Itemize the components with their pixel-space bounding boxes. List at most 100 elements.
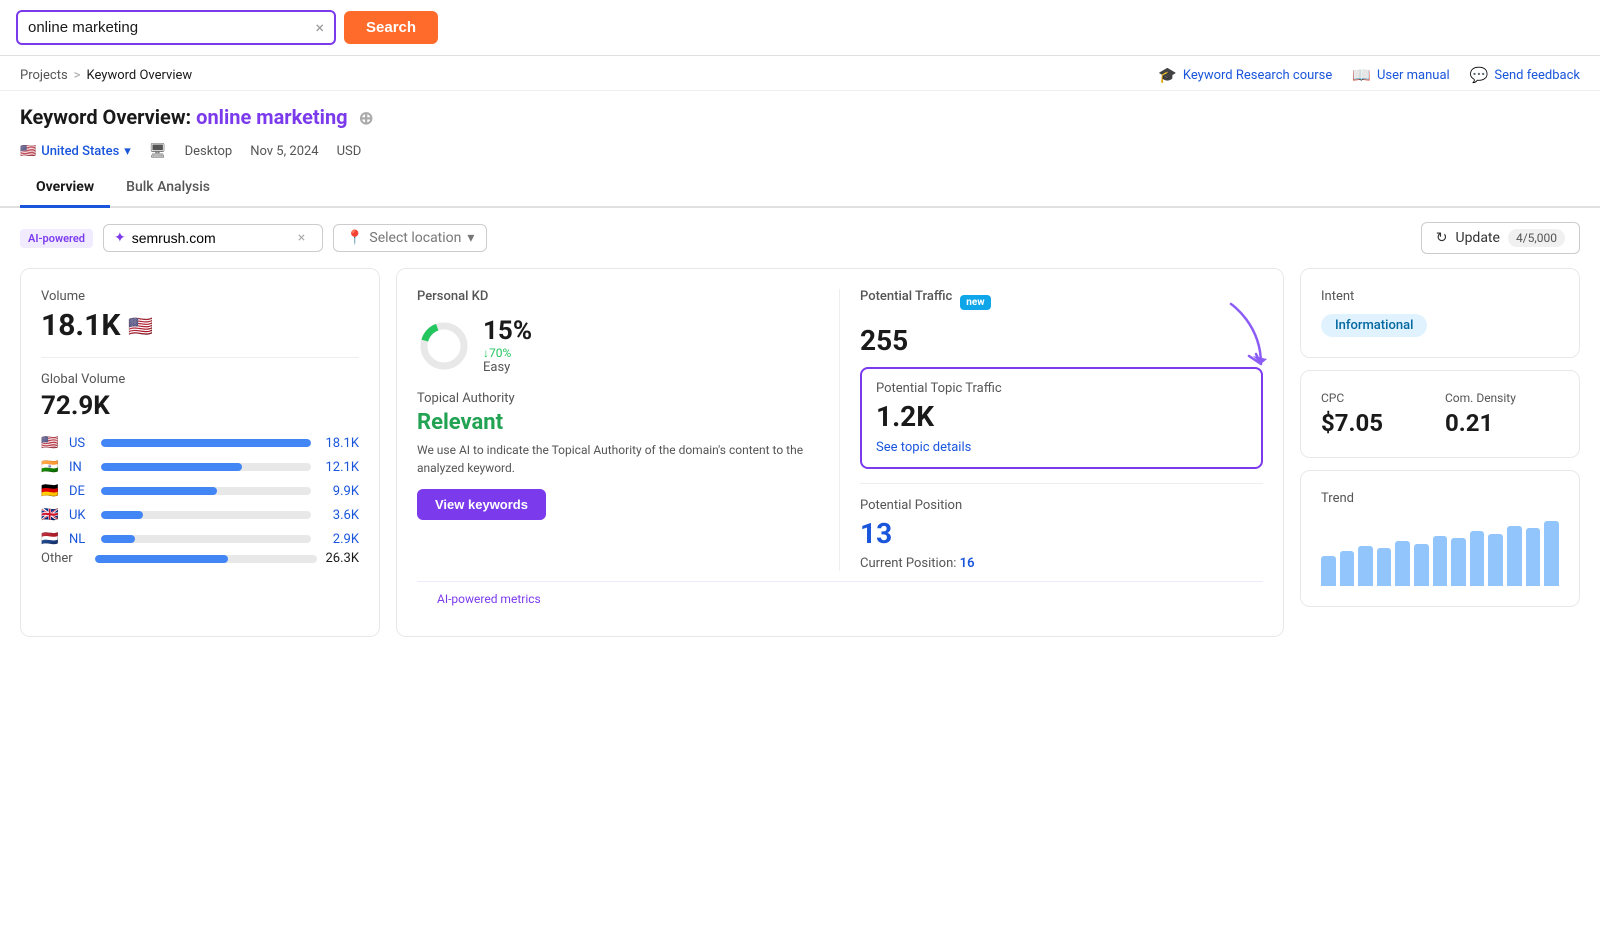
new-badge: new	[960, 295, 990, 310]
meta-row: 🇺🇸 United States ▾ 🖥 Desktop Nov 5, 2024…	[0, 137, 1600, 169]
location-selector[interactable]: 🇺🇸 United States ▾	[20, 144, 131, 159]
date-label: Nov 5, 2024	[250, 144, 318, 159]
position-section: Potential Position 13 Current Position: …	[860, 498, 1263, 571]
global-volume-label: Global Volume	[41, 372, 359, 387]
country-flag: 🇬🇧	[41, 507, 61, 523]
country-code[interactable]: IN	[69, 460, 93, 475]
domain-input[interactable]	[132, 230, 292, 246]
current-position: Current Position: 16	[860, 556, 1263, 571]
other-label: Other	[41, 551, 87, 566]
country-bar-fill	[101, 439, 311, 447]
other-row: Other 26.3K	[41, 551, 359, 566]
us-flag: 🇺🇸	[20, 144, 36, 159]
country-bar-bg	[101, 463, 311, 471]
trend-bar	[1507, 526, 1522, 586]
intent-label: Intent	[1321, 289, 1559, 304]
page-header: Keyword Overview: online marketing ⊕	[0, 91, 1600, 137]
pkd-change: ↓70%	[483, 346, 532, 360]
keyword-course-link[interactable]: 🎓 Keyword Research course	[1158, 66, 1332, 84]
position-value: 13	[860, 517, 1263, 550]
chat-icon: 💬	[1470, 66, 1489, 84]
chevron-down-icon: ▾	[124, 144, 131, 159]
location-name: United States	[41, 144, 119, 159]
other-bar-fill	[95, 555, 228, 563]
middle-card: Personal KD 15% ↓70% Easy Topical Author…	[396, 268, 1284, 637]
country-bar-bg	[101, 439, 311, 447]
search-bar: × Search	[0, 0, 1600, 56]
country-code[interactable]: UK	[69, 508, 93, 523]
other-bar-bg	[95, 555, 317, 563]
breadcrumb-projects[interactable]: Projects	[20, 68, 68, 83]
trend-bar	[1395, 541, 1410, 586]
feedback-label: Send feedback	[1494, 68, 1580, 83]
cpc-label: CPC	[1321, 391, 1435, 405]
cpc-density-row: CPC $7.05 Com. Density 0.21	[1321, 391, 1559, 437]
intent-badge: Informational	[1321, 314, 1427, 337]
book-icon: 📖	[1352, 66, 1371, 84]
trend-bar	[1321, 556, 1336, 586]
breadcrumb-current: Keyword Overview	[86, 68, 192, 83]
country-flag: 🇩🇪	[41, 483, 61, 499]
country-flag: 🇳🇱	[41, 531, 61, 547]
country-row: 🇬🇧 UK 3.6K	[41, 507, 359, 523]
country-flag: 🇺🇸	[41, 435, 61, 451]
see-topic-link[interactable]: See topic details	[876, 440, 971, 455]
density-block: Com. Density 0.21	[1445, 391, 1559, 437]
global-volume-value: 72.9K	[41, 391, 359, 421]
nav-row: Projects > Keyword Overview 🎓 Keyword Re…	[0, 56, 1600, 91]
pkd-percent: 15%	[483, 316, 532, 346]
send-feedback-link[interactable]: 💬 Send feedback	[1470, 66, 1580, 84]
plus-icon[interactable]: ⊕	[359, 108, 374, 129]
topic-traffic-box: Potential Topic Traffic 1.2K See topic d…	[860, 367, 1263, 469]
domain-clear-icon[interactable]: ×	[298, 230, 305, 246]
refresh-icon: ↻	[1436, 230, 1448, 246]
density-label: Com. Density	[1445, 391, 1559, 405]
trend-bar	[1488, 534, 1503, 586]
location-select[interactable]: 📍 Select location ▾	[333, 224, 487, 252]
user-manual-link[interactable]: 📖 User manual	[1352, 66, 1449, 84]
current-pos-value: 16	[960, 556, 975, 571]
middle-inner: Personal KD 15% ↓70% Easy Topical Author…	[417, 289, 1263, 571]
nav-links: 🎓 Keyword Research course 📖 User manual …	[1158, 66, 1580, 84]
pkd-title: Personal KD	[417, 289, 819, 304]
topical-section: Topical Authority Relevant We use AI to …	[417, 391, 819, 520]
country-bar-bg	[101, 511, 311, 519]
trend-bar	[1433, 536, 1448, 586]
clear-icon[interactable]: ×	[315, 18, 324, 37]
topical-value: Relevant	[417, 410, 819, 435]
topic-traffic-label: Potential Topic Traffic	[876, 381, 1247, 396]
device-label: Desktop	[185, 144, 233, 159]
search-input[interactable]	[28, 19, 309, 36]
cpc-density-card: CPC $7.05 Com. Density 0.21	[1300, 370, 1580, 458]
update-button[interactable]: ↻ Update 4/5,000	[1421, 222, 1580, 254]
country-row: 🇩🇪 DE 9.9K	[41, 483, 359, 499]
country-code[interactable]: DE	[69, 484, 93, 499]
ai-powered-badge: AI-powered	[20, 229, 93, 248]
search-button[interactable]: Search	[344, 11, 438, 44]
title-prefix: Keyword Overview:	[20, 105, 191, 129]
trend-bar	[1414, 544, 1429, 586]
tab-bulk-analysis[interactable]: Bulk Analysis	[110, 169, 226, 208]
country-code[interactable]: NL	[69, 532, 93, 547]
view-keywords-button[interactable]: View keywords	[417, 489, 546, 520]
country-code[interactable]: US	[69, 436, 93, 451]
tab-overview[interactable]: Overview	[20, 169, 110, 208]
density-value: 0.21	[1445, 409, 1559, 437]
traffic-section: Potential Traffic new 255 Potential Topi…	[840, 289, 1263, 571]
volume-card: Volume 18.1K 🇺🇸 Global Volume 72.9K 🇺🇸 U…	[20, 268, 380, 637]
divider-2	[860, 483, 1263, 484]
trend-bar	[1377, 548, 1392, 586]
update-count: 4/5,000	[1508, 229, 1565, 247]
pkd-difficulty: Easy	[483, 360, 532, 375]
desktop-icon: 🖥	[149, 143, 167, 159]
tabs: Overview Bulk Analysis	[0, 169, 1600, 208]
manual-label: User manual	[1377, 68, 1450, 83]
traffic-label: Potential Traffic	[860, 289, 952, 304]
topical-description: We use AI to indicate the Topical Author…	[417, 441, 819, 477]
location-pin-icon: 📍	[346, 230, 363, 246]
trend-bar	[1358, 546, 1373, 586]
country-bar-bg	[101, 487, 311, 495]
percent-block: 15% ↓70% Easy	[483, 316, 532, 375]
ai-metrics-footer: AI-powered metrics	[417, 581, 1263, 616]
search-input-wrapper: ×	[16, 10, 336, 45]
